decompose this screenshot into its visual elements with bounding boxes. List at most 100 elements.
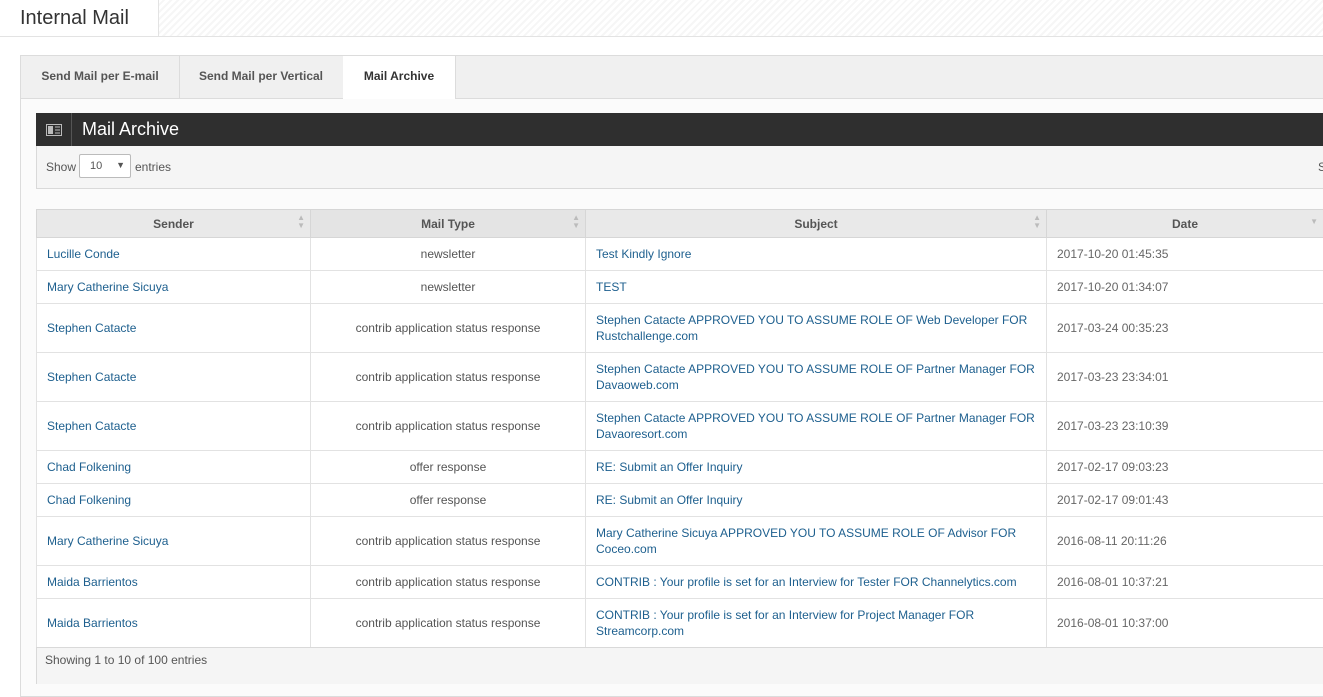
mail-type-cell: offer response [311, 451, 586, 484]
subject-link[interactable]: Stephen Catacte APPROVED YOU TO ASSUME R… [596, 411, 1035, 441]
dropdown-caret-icon: ▼ [116, 160, 125, 170]
date-text: 2016-08-11 20:11:26 [1057, 534, 1167, 548]
mail-type-cell: contrib application status response [311, 402, 586, 451]
column-header-date[interactable]: Date ▼ [1047, 210, 1323, 238]
widget-header: Mail Archive [36, 113, 1323, 146]
table-row: Mary Catherine Sicuya contrib application… [37, 517, 1323, 566]
sender-cell: Maida Barrientos [37, 566, 311, 599]
subject-link[interactable]: Stephen Catacte APPROVED YOU TO ASSUME R… [596, 362, 1035, 392]
column-header-mail-type[interactable]: Mail Type ▲▼ [311, 210, 586, 238]
search-label: S [1318, 160, 1323, 174]
sender-link[interactable]: Chad Folkening [47, 460, 131, 474]
sender-link[interactable]: Maida Barrientos [47, 575, 138, 589]
date-cell: 2017-10-20 01:34:07 [1047, 271, 1323, 304]
tab-mail-archive[interactable]: Mail Archive [343, 56, 456, 99]
widget-title: Mail Archive [82, 119, 179, 140]
mail-type-text: contrib application status response [356, 370, 541, 384]
date-text: 2017-03-23 23:10:39 [1057, 419, 1168, 433]
mail-type-text: contrib application status response [356, 575, 541, 589]
list-icon [36, 113, 72, 146]
sender-link[interactable]: Mary Catherine Sicuya [47, 280, 168, 294]
sender-link[interactable]: Chad Folkening [47, 493, 131, 507]
date-cell: 2017-02-17 09:01:43 [1047, 484, 1323, 517]
table-row: Stephen Catacte contrib application statu… [37, 304, 1323, 353]
subject-cell: CONTRIB : Your profile is set for an Int… [586, 566, 1047, 599]
date-text: 2017-02-17 09:03:23 [1057, 460, 1168, 474]
table-row: Mary Catherine SicuyanewsletterTEST2017-… [37, 271, 1323, 304]
subject-link[interactable]: TEST [596, 280, 627, 294]
table-row: Maida Barrientos contrib application stat… [37, 599, 1323, 648]
table-row: Chad Folkening offer response RE: Submit a… [37, 484, 1323, 517]
sender-link[interactable]: Stephen Catacte [47, 419, 136, 433]
tab-send-mail-per-email[interactable]: Send Mail per E-mail [21, 56, 180, 98]
tab-bar: Send Mail per E-mail Send Mail per Verti… [21, 56, 1323, 99]
sender-cell: Maida Barrientos [37, 599, 311, 648]
column-header-label: Sender [153, 217, 194, 231]
sender-cell: Chad Folkening [37, 484, 311, 517]
mail-type-cell: contrib application status response [311, 599, 586, 648]
table-header-row: Sender ▲▼ Mail Type ▲▼ Subject ▲▼ Date ▼ [37, 210, 1323, 238]
subject-link[interactable]: RE: Submit an Offer Inquiry [596, 460, 743, 474]
subject-link[interactable]: Mary Catherine Sicuya APPROVED YOU TO AS… [596, 526, 1016, 556]
page-header: Internal Mail [0, 0, 1323, 37]
table-toolbar: Show 10 ▼ entries S [36, 146, 1323, 189]
date-text: 2017-10-20 01:34:07 [1057, 280, 1168, 294]
sender-link[interactable]: Lucille Conde [47, 247, 120, 261]
mail-type-text: contrib application status response [356, 419, 541, 433]
column-header-label: Date [1172, 217, 1198, 231]
subject-cell: Stephen Catacte APPROVED YOU TO ASSUME R… [586, 353, 1047, 402]
table-row: Lucille Conde newsletter Test Kindly Ignor… [37, 238, 1323, 271]
subject-link[interactable]: CONTRIB : Your profile is set for an Int… [596, 608, 974, 638]
sender-cell: Mary Catherine Sicuya [37, 271, 311, 304]
subject-link[interactable]: CONTRIB : Your profile is set for an Int… [596, 575, 1017, 589]
subject-cell: RE: Submit an Offer Inquiry [586, 451, 1047, 484]
subject-link[interactable]: RE: Submit an Offer Inquiry [596, 493, 743, 507]
table-row: Stephen Catacte contrib application statu… [37, 353, 1323, 402]
date-text: 2016-08-01 10:37:21 [1057, 575, 1168, 589]
subject-cell: TEST [586, 271, 1047, 304]
sender-cell: Stephen Catacte [37, 353, 311, 402]
date-cell: 2017-03-23 23:34:01 [1047, 353, 1323, 402]
column-header-sender[interactable]: Sender ▲▼ [37, 210, 311, 238]
sender-link[interactable]: Mary Catherine Sicuya [47, 534, 168, 548]
date-cell: 2017-03-23 23:10:39 [1047, 402, 1323, 451]
date-text: 2016-08-01 10:37:00 [1057, 616, 1168, 630]
column-header-label: Mail Type [421, 217, 475, 231]
date-cell: 2016-08-01 10:37:21 [1047, 566, 1323, 599]
subject-cell: Test Kindly Ignore [586, 238, 1047, 271]
column-header-label: Subject [794, 217, 837, 231]
mail-type-text: newsletter [421, 247, 476, 261]
date-text: 2017-10-20 01:45:35 [1057, 247, 1168, 261]
mail-type-text: contrib application status response [356, 321, 541, 335]
mail-type-cell: offer response [311, 484, 586, 517]
subject-cell: Stephen Catacte APPROVED YOU TO ASSUME R… [586, 304, 1047, 353]
sort-desc-icon: ▼ [1310, 218, 1318, 226]
table-row: Chad Folkening offer response RE: Submit a… [37, 451, 1323, 484]
mail-type-cell: contrib application status response [311, 304, 586, 353]
entries-per-page-select[interactable]: 10 ▼ [79, 154, 131, 178]
date-text: 2017-03-23 23:34:01 [1057, 370, 1168, 384]
page-title-tab: Internal Mail [0, 0, 159, 36]
sender-link[interactable]: Stephen Catacte [47, 321, 136, 335]
subject-link[interactable]: Test Kindly Ignore [596, 247, 691, 261]
subject-link[interactable]: Stephen Catacte APPROVED YOU TO ASSUME R… [596, 313, 1027, 343]
date-cell: 2016-08-01 10:37:00 [1047, 599, 1323, 648]
subject-cell: Mary Catherine Sicuya APPROVED YOU TO AS… [586, 517, 1047, 566]
column-header-subject[interactable]: Subject ▲▼ [586, 210, 1047, 238]
mail-type-text: contrib application status response [356, 616, 541, 630]
mail-type-cell: newsletter [311, 238, 586, 271]
mail-type-text: offer response [410, 460, 487, 474]
tab-send-mail-per-vertical[interactable]: Send Mail per Vertical [179, 56, 344, 98]
sender-link[interactable]: Maida Barrientos [47, 616, 138, 630]
date-cell: 2017-02-17 09:03:23 [1047, 451, 1323, 484]
sender-link[interactable]: Stephen Catacte [47, 370, 136, 384]
sort-both-icon: ▲▼ [1033, 214, 1041, 230]
mail-type-cell: contrib application status response [311, 566, 586, 599]
mail-type-text: contrib application status response [356, 534, 541, 548]
date-cell: 2016-08-11 20:11:26 [1047, 517, 1323, 566]
sender-cell: Stephen Catacte [37, 402, 311, 451]
sender-cell: Stephen Catacte [37, 304, 311, 353]
table-row: Stephen Catacte contrib application statu… [37, 402, 1323, 451]
entries-per-page-value: 10 [90, 160, 102, 172]
sort-both-icon: ▲▼ [572, 214, 580, 230]
